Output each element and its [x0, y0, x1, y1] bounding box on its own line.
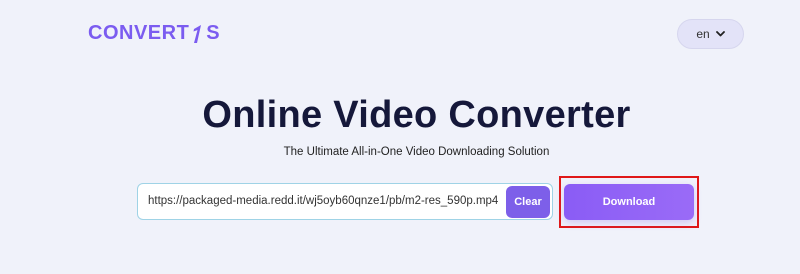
logo[interactable]: CONVERT S	[88, 22, 220, 45]
language-selector[interactable]: en	[677, 19, 744, 49]
url-input-box	[137, 183, 553, 220]
page-subtitle: The Ultimate All-in-One Video Downloadin…	[283, 146, 550, 158]
page-title: Online Video Converter	[202, 94, 631, 136]
url-input[interactable]	[148, 184, 508, 218]
logo-text: CONVERT	[88, 22, 190, 44]
clear-button[interactable]: Clear	[506, 186, 550, 218]
logo-one-icon	[191, 24, 205, 44]
download-button[interactable]: Download	[564, 184, 694, 220]
page: CONVERT S en Online Video Converter The …	[0, 0, 800, 274]
logo-suffix: S	[206, 22, 221, 44]
language-label: en	[696, 27, 710, 41]
chevron-down-icon	[715, 31, 725, 37]
